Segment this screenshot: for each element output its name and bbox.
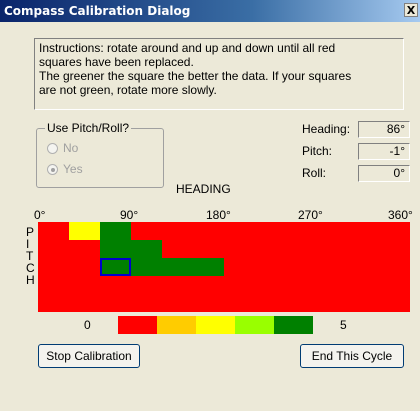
heading-value: 86° xyxy=(358,121,410,138)
grid-cell xyxy=(131,240,162,258)
close-button[interactable]: X xyxy=(404,3,418,17)
quality-swatch xyxy=(196,316,235,334)
quality-swatch xyxy=(274,316,313,334)
heading-tick: 90° xyxy=(120,208,139,222)
heading-title: HEADING xyxy=(176,182,231,196)
radio-no-label: No xyxy=(63,141,79,155)
instruction-line: Instructions: rotate around and up and d… xyxy=(39,41,336,55)
heading-tick: 360° xyxy=(388,208,413,222)
radio-no-icon xyxy=(47,143,58,154)
grid-cell xyxy=(100,240,131,258)
quality-swatch xyxy=(235,316,274,334)
heading-tick: 180° xyxy=(206,208,231,222)
coverage-grid xyxy=(38,222,410,312)
pitch-label: Pitch: xyxy=(302,144,333,158)
quality-swatch xyxy=(157,316,196,334)
pitch-roll-group: Use Pitch/Roll? No Yes xyxy=(36,121,164,188)
grid-cell xyxy=(100,222,131,240)
end-cycle-button[interactable]: End This Cycle xyxy=(300,344,404,368)
grid-cell xyxy=(131,258,162,276)
heading-label: Heading: xyxy=(302,122,351,136)
pitch-value: -1° xyxy=(358,143,410,160)
roll-label: Roll: xyxy=(302,166,327,180)
instruction-line: are not green, rotate more slowly. xyxy=(39,83,217,97)
heading-tick: 270° xyxy=(298,208,323,222)
stop-calibration-button[interactable]: Stop Calibration xyxy=(38,344,140,368)
instructions-box: Instructions: rotate around and up and d… xyxy=(34,38,404,110)
current-cell-marker xyxy=(100,258,131,276)
radio-yes[interactable]: Yes xyxy=(47,162,83,176)
pitch-roll-legend: Use Pitch/Roll? xyxy=(45,121,132,135)
instruction-line: squares have been replaced. xyxy=(39,55,194,69)
grid-cell xyxy=(162,258,193,276)
radio-yes-label: Yes xyxy=(63,162,83,176)
heading-tick: 0° xyxy=(34,208,46,222)
radio-yes-icon xyxy=(47,164,58,175)
grid-cell xyxy=(69,222,100,240)
radio-no[interactable]: No xyxy=(47,141,78,155)
window-title: Compass Calibration Dialog xyxy=(4,4,191,18)
scale-max-label: 5 xyxy=(340,318,347,332)
pitch-letter: H xyxy=(26,273,35,287)
grid-cell xyxy=(193,258,224,276)
instruction-line: The greener the square the better the da… xyxy=(39,69,352,83)
title-bar: Compass Calibration Dialog X xyxy=(0,0,420,22)
quality-swatch xyxy=(118,316,157,334)
roll-value: 0° xyxy=(358,165,410,182)
scale-min-label: 0 xyxy=(84,318,91,332)
